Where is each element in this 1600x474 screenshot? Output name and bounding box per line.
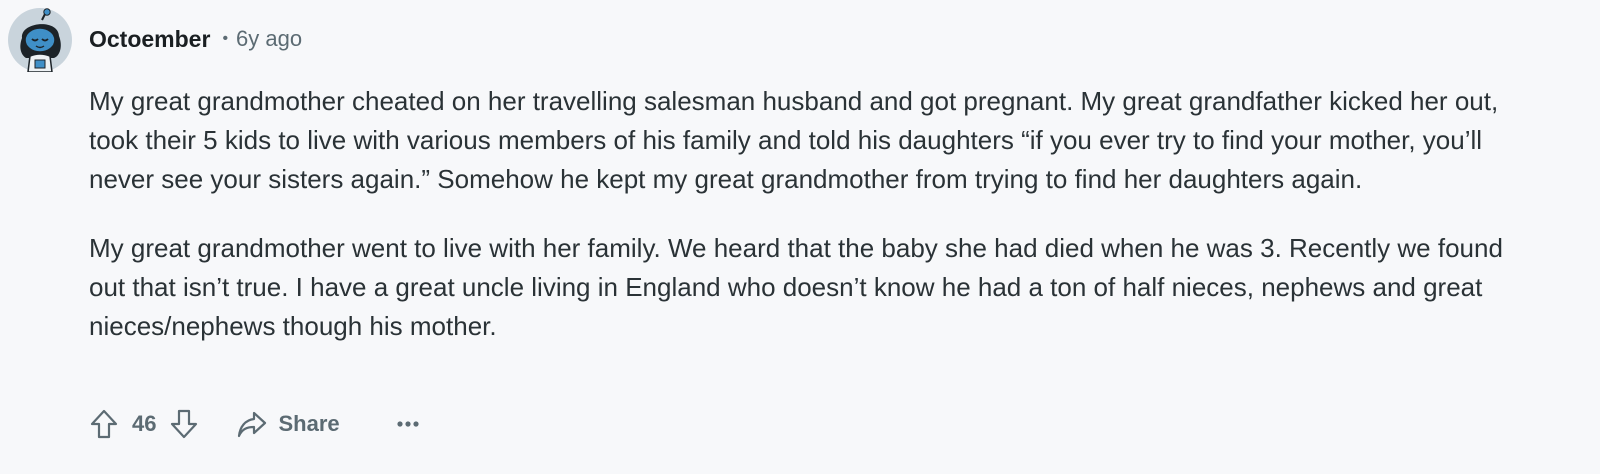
author-username[interactable]: Octoember xyxy=(89,26,210,53)
snoo-avatar-icon xyxy=(8,8,72,72)
share-button[interactable]: Share xyxy=(236,409,340,439)
comment-header: Octoember • 6y ago xyxy=(89,22,302,56)
comment-paragraph-2: My great grandmother went to live with h… xyxy=(89,233,1503,341)
comment: Octoember • 6y ago My great grandmother … xyxy=(0,0,1600,474)
more-options-button[interactable] xyxy=(392,408,424,440)
share-arrow-icon xyxy=(238,411,267,438)
comment-action-bar: 46 Share xyxy=(86,402,424,446)
share-label: Share xyxy=(278,411,340,436)
comment-body: My great grandmother cheated on her trav… xyxy=(89,82,1529,346)
comment-paragraph-1: My great grandmother cheated on her trav… xyxy=(89,86,1499,194)
downvote-button[interactable] xyxy=(166,404,202,444)
downvote-arrow-icon xyxy=(171,409,198,439)
comment-timestamp[interactable]: 6y ago xyxy=(236,26,302,52)
avatar[interactable] xyxy=(8,8,72,72)
upvote-button[interactable] xyxy=(86,404,122,444)
vote-score: 46 xyxy=(132,411,157,436)
meta-separator: • xyxy=(222,30,229,47)
upvote-arrow-icon xyxy=(90,409,118,439)
ellipsis-icon xyxy=(397,421,419,427)
